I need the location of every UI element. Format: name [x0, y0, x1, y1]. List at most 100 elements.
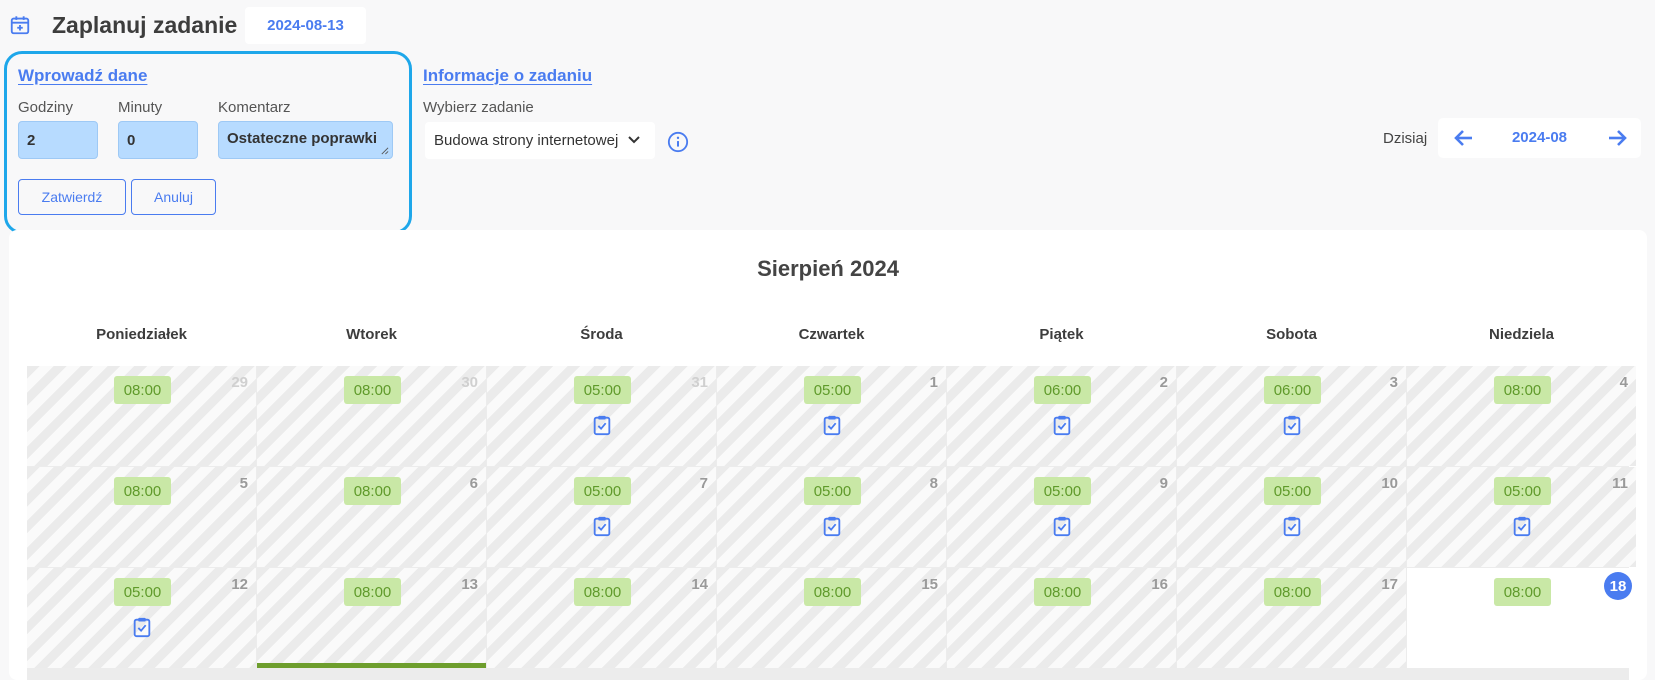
day-cell-today[interactable]: 18 08:00 — [1407, 568, 1636, 668]
planned-time-badge: 08:00 — [1034, 578, 1091, 606]
day-number: 13 — [461, 576, 478, 593]
clipboard-check-icon[interactable] — [1511, 515, 1533, 537]
day-number: 2 — [1159, 374, 1168, 391]
clipboard-check-icon[interactable] — [1051, 515, 1073, 537]
day-number: 10 — [1381, 475, 1398, 492]
day-number: 11 — [1612, 475, 1628, 492]
day-cell[interactable]: 1 05:00 — [717, 366, 946, 466]
planned-time-badge: 06:00 — [1264, 376, 1321, 404]
day-cell-selected[interactable]: 13 08:00 — [257, 568, 486, 668]
planned-time-badge: 05:00 — [804, 376, 861, 404]
day-number: 3 — [1389, 374, 1398, 391]
day-cell[interactable]: 15 08:00 — [717, 568, 946, 668]
day-cell[interactable]: 29 08:00 — [27, 366, 256, 466]
clipboard-check-icon[interactable] — [1281, 414, 1303, 436]
resize-grip-icon[interactable] — [380, 146, 389, 155]
day-number: 1 — [929, 374, 938, 391]
planned-time-badge: 05:00 — [574, 477, 631, 505]
hours-label: Godziny — [18, 99, 74, 116]
weekday-label: Czwartek — [798, 326, 865, 343]
day-number: 5 — [239, 475, 248, 492]
clipboard-check-icon[interactable] — [821, 414, 843, 436]
planned-time-badge: 08:00 — [344, 578, 401, 606]
month-navigator: 2024-08 — [1438, 118, 1641, 158]
planned-time-badge: 05:00 — [1034, 477, 1091, 505]
task-select-value: Budowa strony internetowej — [434, 132, 619, 149]
day-cell[interactable]: 3 06:00 — [1177, 366, 1406, 466]
clipboard-check-icon[interactable] — [1281, 515, 1303, 537]
planned-time-badge: 08:00 — [574, 578, 631, 606]
day-cell[interactable]: 31 05:00 — [487, 366, 716, 466]
weekday-label: Niedziela — [1488, 326, 1555, 343]
minutes-input[interactable]: 0 — [118, 121, 198, 159]
day-cell[interactable]: 17 08:00 — [1177, 568, 1406, 668]
day-cell[interactable]: 8 05:00 — [717, 467, 946, 567]
day-cell[interactable]: 6 08:00 — [257, 467, 486, 567]
hours-value: 2 — [27, 131, 36, 149]
planned-time-badge: 08:00 — [1264, 578, 1321, 606]
planned-time-badge: 08:00 — [1494, 578, 1551, 606]
day-number: 31 — [691, 374, 708, 391]
hours-input[interactable]: 2 — [18, 121, 98, 159]
day-number: 15 — [921, 576, 938, 593]
entry-heading-link[interactable]: Wprowadź dane — [18, 66, 147, 86]
page-title: Zaplanuj zadanie — [52, 12, 238, 38]
calendar-grid: 29 08:00 30 08:00 31 05:00 1 05:00 2 06:00 3 06:00 4… — [27, 366, 1636, 680]
comment-textarea[interactable]: Ostateczne poprawki — [218, 121, 393, 159]
comment-value: Ostateczne poprawki — [227, 130, 378, 147]
day-cell[interactable]: 2 06:00 — [947, 366, 1176, 466]
today-button[interactable]: Dzisiaj — [1383, 130, 1427, 147]
day-number: 29 — [231, 374, 248, 391]
day-number: 14 — [691, 576, 708, 593]
day-cell[interactable]: 11 05:00 — [1407, 467, 1636, 567]
task-select-label: Wybierz zadanie — [423, 99, 534, 116]
calendar-month-title: Sierpień 2024 — [757, 256, 899, 281]
minutes-value: 0 — [127, 131, 136, 149]
day-cell[interactable]: 7 05:00 — [487, 467, 716, 567]
planned-time-badge: 05:00 — [804, 477, 861, 505]
cancel-button[interactable]: Anuluj — [131, 179, 216, 215]
clipboard-check-icon[interactable] — [1051, 414, 1073, 436]
confirm-button[interactable]: Zatwierdź — [18, 179, 126, 215]
arrow-right-icon[interactable] — [1607, 129, 1627, 147]
clipboard-check-icon[interactable] — [591, 414, 613, 436]
planned-time-badge: 08:00 — [114, 477, 171, 505]
planned-time-badge: 08:00 — [344, 477, 401, 505]
day-cell[interactable]: 30 08:00 — [257, 366, 486, 466]
planned-time-badge: 08:00 — [344, 376, 401, 404]
weekday-label: Sobota — [1266, 326, 1317, 343]
planned-time-badge: 05:00 — [574, 376, 631, 404]
task-info-heading-link[interactable]: Informacje o zadaniu — [423, 66, 592, 86]
day-cell[interactable]: 12 05:00 — [27, 568, 256, 668]
planned-time-badge: 05:00 — [1264, 477, 1321, 505]
day-cell[interactable]: 16 08:00 — [947, 568, 1176, 668]
day-cell[interactable]: 4 08:00 — [1407, 366, 1636, 466]
day-number: 18 — [1604, 572, 1632, 600]
selected-date-badge[interactable]: 2024-08-13 — [245, 7, 366, 44]
planned-time-badge: 08:00 — [804, 578, 861, 606]
day-number: 17 — [1381, 576, 1398, 593]
planned-time-badge: 08:00 — [1494, 376, 1551, 404]
planned-time-badge: 05:00 — [1494, 477, 1551, 505]
task-select[interactable]: Budowa strony internetowej — [425, 122, 655, 159]
clipboard-check-icon[interactable] — [821, 515, 843, 537]
day-cell[interactable]: 14 08:00 — [487, 568, 716, 668]
day-cell[interactable]: 10 05:00 — [1177, 467, 1406, 567]
weekday-label: Wtorek — [346, 326, 397, 343]
minutes-label: Minuty — [118, 99, 163, 116]
info-icon[interactable] — [667, 131, 689, 153]
weekday-label: Środa — [580, 326, 623, 343]
clipboard-check-icon[interactable] — [591, 515, 613, 537]
day-number: 30 — [461, 374, 478, 391]
calendar-card: Sierpień 2024 Poniedziałek Wtorek Środa Czw… — [9, 230, 1647, 680]
day-cell[interactable]: 5 08:00 — [27, 467, 256, 567]
clipboard-check-icon[interactable] — [131, 616, 153, 638]
day-cell[interactable]: 9 05:00 — [947, 467, 1176, 567]
day-number: 12 — [231, 576, 248, 593]
calendar-plus-icon — [10, 16, 30, 35]
day-number: 16 — [1151, 576, 1168, 593]
weekday-label: Poniedziałek — [96, 326, 187, 343]
day-number: 4 — [1619, 374, 1628, 391]
selected-day-indicator — [257, 663, 486, 668]
planned-time-badge: 08:00 — [114, 376, 171, 404]
